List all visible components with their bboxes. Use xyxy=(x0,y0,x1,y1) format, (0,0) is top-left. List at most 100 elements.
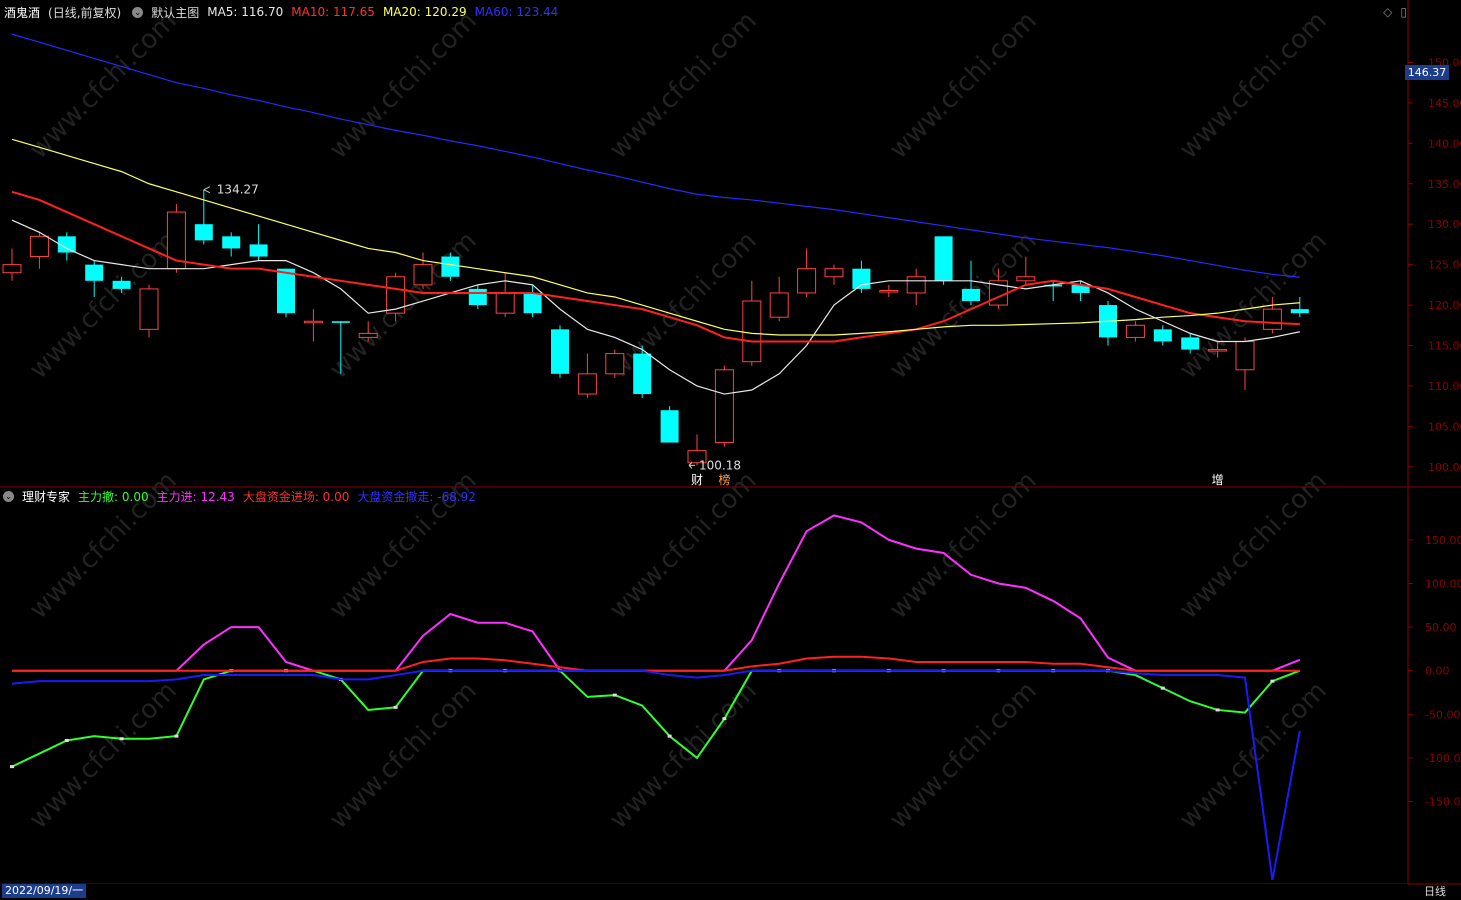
stock-name[interactable]: 酒鬼酒 xyxy=(4,4,40,21)
candle-body xyxy=(85,264,104,281)
price-tick-label: 130.00 xyxy=(1428,218,1461,231)
chevron-down-icon[interactable]: ⌄ xyxy=(3,490,14,502)
data-point xyxy=(1270,679,1275,683)
diamond-icon[interactable]: ◇ xyxy=(1383,5,1392,19)
indicator-tick-label: -50.00 xyxy=(1425,708,1460,721)
low-annotation: 100.18 xyxy=(699,458,741,472)
stock-chart[interactable]: www.cfchi.com www.cfchi.com www.cfchi.com w… xyxy=(0,0,1461,900)
data-point xyxy=(1160,686,1165,690)
data-point xyxy=(393,705,398,709)
watermark-text: www.cfchi.com xyxy=(604,226,763,385)
candle-body xyxy=(194,224,213,241)
candle-body xyxy=(277,268,295,314)
candle-body xyxy=(852,268,871,289)
chart-tools: ◇ ▯ xyxy=(1375,5,1407,19)
candle-body xyxy=(331,321,350,323)
candle-body xyxy=(249,244,268,257)
candle-body xyxy=(769,292,789,318)
candle-body xyxy=(797,268,817,294)
withdraw-label: 主力撤: 0.00 xyxy=(78,489,149,504)
event-marker: 增 xyxy=(1212,473,1224,487)
candle-body xyxy=(1208,349,1228,352)
ma60-label: MA60: 123.44 xyxy=(474,5,559,19)
candle-body xyxy=(906,276,926,294)
main-chart-header: 酒鬼酒 (日线,前复权) ⌄ 默认主图 MA5: 116.70 MA10: 11… xyxy=(0,1,566,23)
price-tick-label: 100.00 xyxy=(1428,461,1461,474)
price-tick-label: 120.00 xyxy=(1428,299,1461,312)
ma5-label: MA5: 116.70 xyxy=(207,5,284,19)
data-point xyxy=(722,717,727,721)
indicator-tick-label: 50.00 xyxy=(1425,621,1457,634)
big_enter-line xyxy=(12,655,1300,672)
data-point xyxy=(612,693,617,697)
candle-body xyxy=(934,236,953,281)
candle-body xyxy=(303,320,323,324)
candle-body xyxy=(633,353,652,395)
candle-body xyxy=(742,300,762,363)
period-label[interactable]: 日线 xyxy=(1409,884,1461,900)
indicator-name[interactable]: 理财专家 xyxy=(22,488,70,505)
high-annotation: 134.27 xyxy=(217,183,259,197)
main-chart-label[interactable]: 默认主图 xyxy=(151,4,199,21)
indicator-tick-label: -150.00 xyxy=(1425,796,1461,809)
ma10-label: MA10: 117.65 xyxy=(291,5,375,19)
candle-body xyxy=(1125,324,1145,338)
candle-body xyxy=(577,373,597,395)
withdraw-line xyxy=(11,669,1301,768)
candle-body xyxy=(714,369,734,444)
price-tick-label: 105.00 xyxy=(1428,420,1461,433)
watermark-text: www.cfchi.com xyxy=(24,6,183,165)
watermark-text: www.cfchi.com xyxy=(604,466,763,625)
watermark-text: www.cfchi.com xyxy=(884,226,1043,385)
ma60-line xyxy=(11,33,1300,278)
big-leave-label: 大盘资金撤走: -68.92 xyxy=(357,489,476,504)
watermark-text: www.cfchi.com xyxy=(324,6,483,165)
indicator-header: ⌄ 理财专家 主力撤: 0.00 主力进: 12.43 大盘资金进场: 0.00… xyxy=(0,485,484,507)
candle-body xyxy=(1262,308,1282,330)
candle-body xyxy=(358,332,378,338)
candle-body xyxy=(523,292,542,314)
current-price-tag: 146.37 xyxy=(1405,65,1449,80)
data-point xyxy=(174,734,179,738)
watermark-text: www.cfchi.com xyxy=(884,6,1043,165)
price-tick-label: 115.00 xyxy=(1428,340,1461,353)
watermark-text: www.cfchi.com xyxy=(1174,676,1333,835)
watermark-text: www.cfchi.com xyxy=(604,6,763,165)
candle-body xyxy=(605,353,625,375)
indicator-tick-label: -100.00 xyxy=(1425,752,1461,765)
event-marker: 榜 xyxy=(718,472,730,487)
data-point xyxy=(667,734,672,738)
candle-body xyxy=(660,410,679,443)
ma20-label: MA20: 120.29 xyxy=(382,5,467,19)
date-axis: 2022/09/19/一 xyxy=(0,884,1408,900)
data-point xyxy=(10,765,14,769)
candle-body xyxy=(1290,309,1309,314)
event-marker: 财 xyxy=(691,473,703,487)
enter-label: 主力进: 12.43 xyxy=(156,489,235,504)
candle-body xyxy=(824,268,844,278)
candle-body xyxy=(413,264,433,286)
candle-body xyxy=(468,288,487,306)
watermark-text: www.cfchi.com xyxy=(24,676,183,835)
indicator-tick-label: 100.00 xyxy=(1425,577,1461,590)
candle-body xyxy=(551,329,569,374)
candle-body xyxy=(1153,329,1172,342)
panel-toggle-icon[interactable]: ▯ xyxy=(1400,5,1407,19)
candle-body xyxy=(441,256,460,277)
candle-body xyxy=(29,235,49,258)
watermark-text: www.cfchi.com xyxy=(1174,6,1333,165)
watermark-text: www.cfchi.com xyxy=(324,676,483,835)
candle-body xyxy=(222,236,241,249)
chart-mode: (日线,前复权) xyxy=(48,5,122,20)
data-point xyxy=(64,738,69,742)
price-tick-label: 135.00 xyxy=(1428,178,1461,191)
price-tick-label: 125.00 xyxy=(1428,259,1461,272)
candle-body xyxy=(1235,340,1255,371)
candle-body xyxy=(2,264,22,274)
price-tick-label: 110.00 xyxy=(1428,380,1461,393)
date-start: 2022/09/19/一 xyxy=(2,884,87,898)
candle-body xyxy=(495,292,515,314)
candle-body xyxy=(962,288,980,302)
chevron-down-icon[interactable]: ⌄ xyxy=(132,6,144,18)
candle-body xyxy=(1016,276,1036,282)
